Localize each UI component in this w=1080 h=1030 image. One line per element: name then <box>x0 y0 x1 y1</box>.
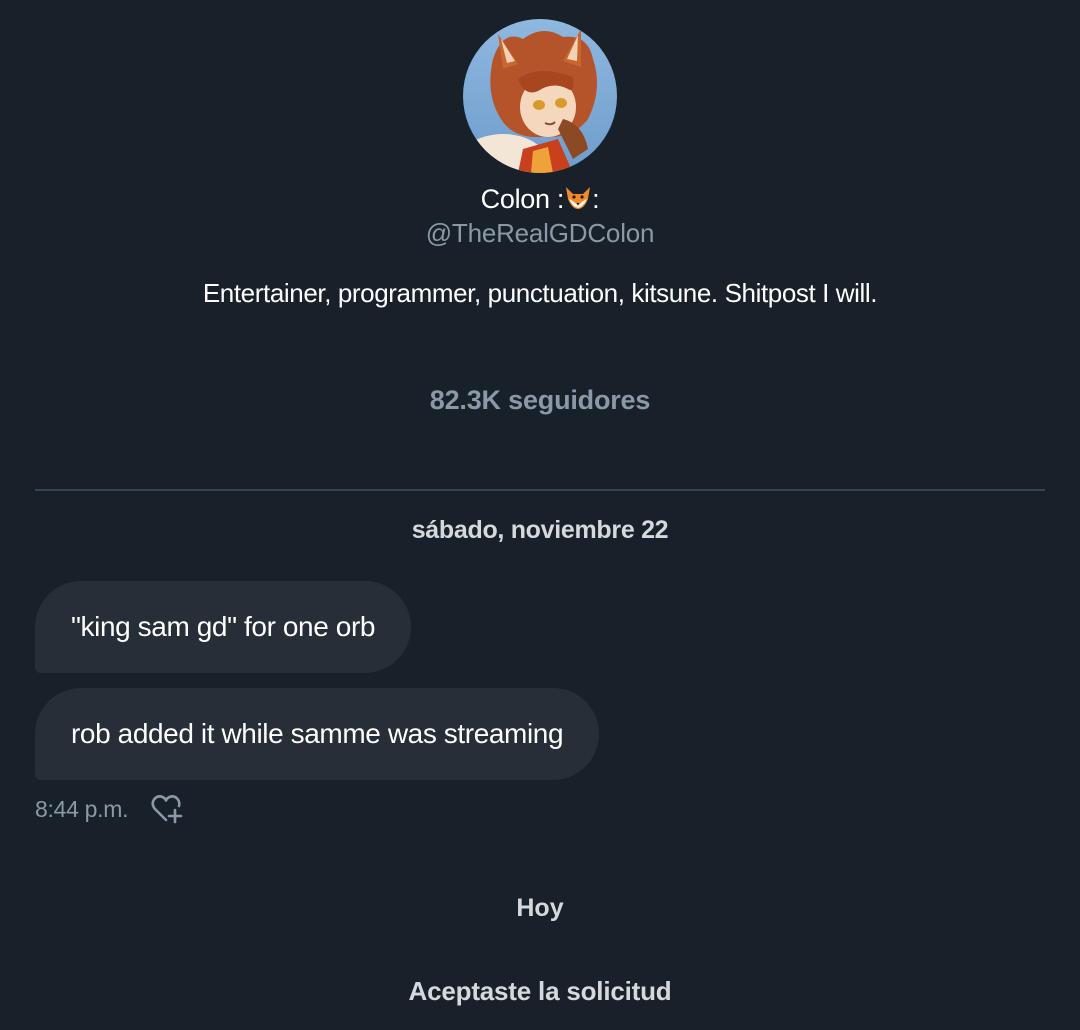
profile-handle[interactable]: @TheRealGDColon <box>0 218 1080 249</box>
display-name-suffix: : <box>592 184 600 214</box>
message-bubble[interactable]: rob added it while samme was streaming <box>35 688 600 780</box>
request-accepted-notice: Aceptaste la solicitud <box>408 976 672 1006</box>
divider <box>35 489 1045 491</box>
message-text: rob added it while samme was streaming <box>71 718 564 749</box>
message-text: "king sam gd" for one orb <box>71 611 376 642</box>
message-timestamp: 8:44 p.m. <box>35 795 129 822</box>
avatar-image <box>463 19 617 173</box>
heart-plus-icon[interactable] <box>150 793 184 825</box>
fox-face-icon <box>564 185 592 211</box>
profile-avatar[interactable] <box>463 19 617 173</box>
date-separator: sábado, noviembre 22 <box>411 516 669 544</box>
display-name-text: Colon : <box>480 184 565 214</box>
followers-count[interactable]: 82.3K seguidores <box>0 385 1080 416</box>
message-bubble[interactable]: "king sam gd" for one orb <box>35 581 412 673</box>
profile-bio: Entertainer, programmer, punctuation, ki… <box>202 278 878 308</box>
profile-display-name: Colon :: <box>0 184 1080 215</box>
today-separator: Hoy <box>516 894 564 922</box>
message-meta: 8:44 p.m. <box>35 793 184 825</box>
